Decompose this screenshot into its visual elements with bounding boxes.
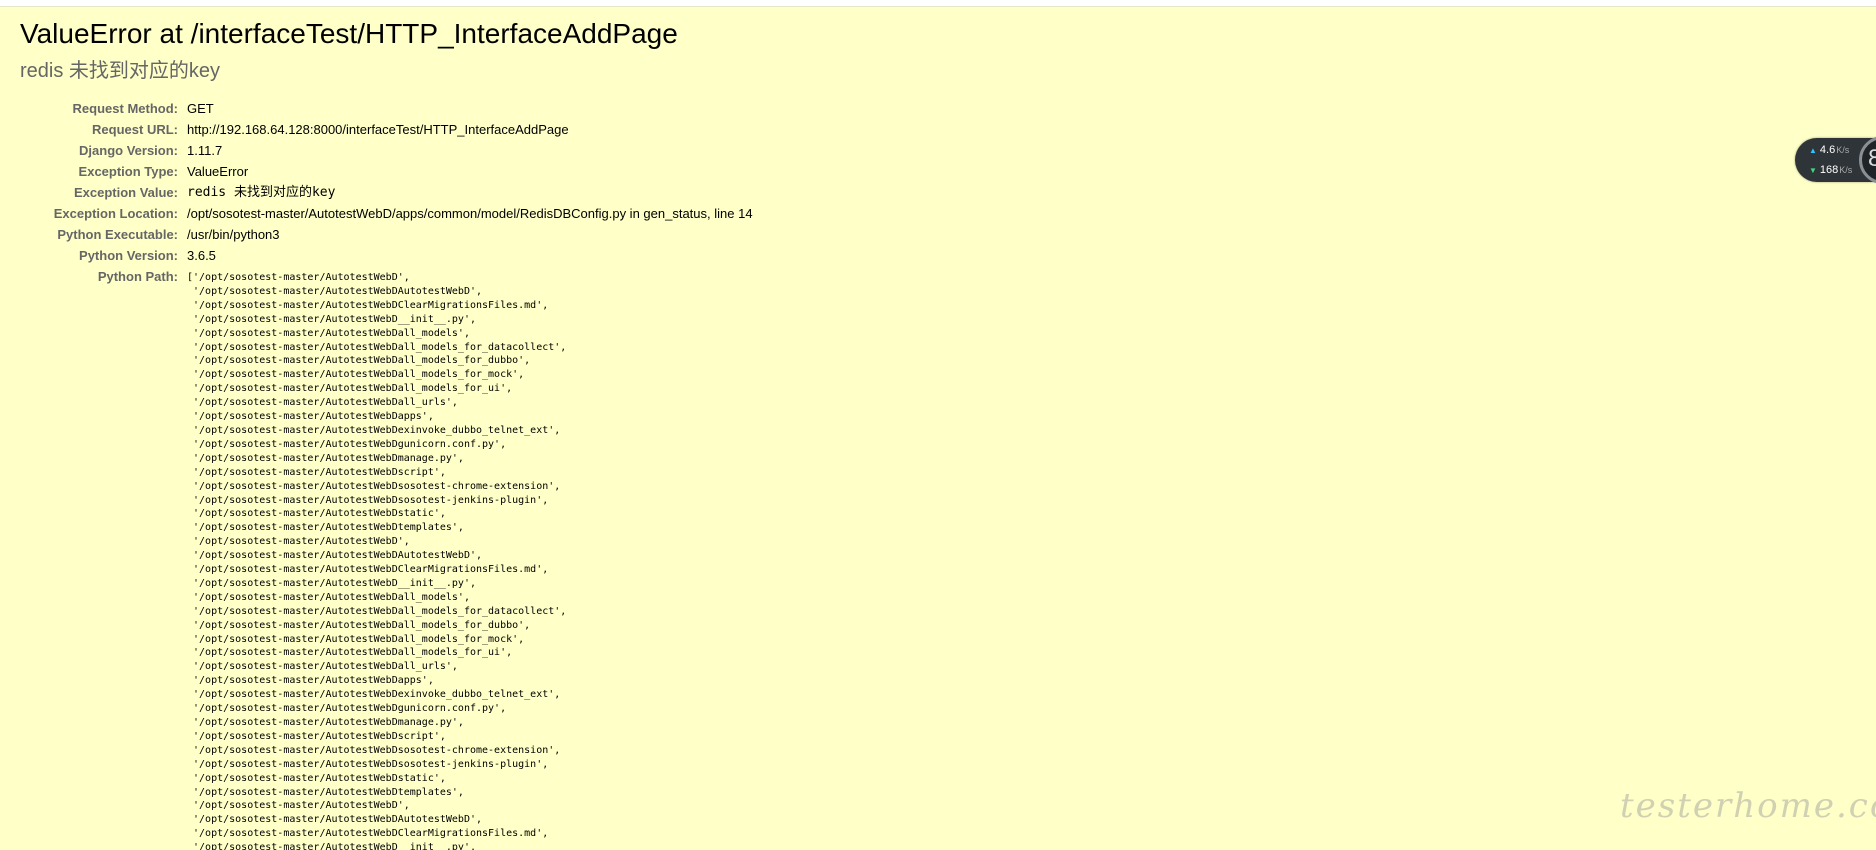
speed-ball-text: 8 [1868, 145, 1876, 172]
upload-speed-unit: K/s [1836, 145, 1850, 155]
top-rule [0, 0, 1876, 7]
error-title: ValueError at /interfaceTest/HTTP_Interf… [20, 18, 678, 49]
meta-row-django-version: Django Version: 1.11.7 [30, 140, 753, 161]
download-arrow-icon: ▼ [1809, 166, 1817, 175]
exception-type-value: ValueError [187, 164, 249, 179]
upload-speed-value: 4.6 [1819, 144, 1836, 156]
meta-label: Python Path: [97, 269, 178, 284]
meta-row-request-method: Request Method: GET [30, 98, 753, 119]
request-url-value: http://192.168.64.128:8000/interfaceTest… [187, 122, 569, 137]
meta-label: Python Executable: [57, 227, 178, 242]
meta-row-exception-location: Exception Location: /opt/sosotest-master… [30, 203, 753, 224]
meta-row-request-url: Request URL: http://192.168.64.128:8000/… [30, 119, 753, 140]
download-speed: ▼ 168K/s [1809, 164, 1852, 176]
watermark: testerhome.com [1620, 786, 1876, 826]
python-path-list: ['/opt/sosotest-master/AutotestWebD', '/… [187, 272, 567, 850]
exception-location-value: /opt/sosotest-master/AutotestWebD/apps/c… [187, 206, 753, 221]
download-speed-value: 168 [1819, 164, 1839, 176]
meta-label: Django Version: [79, 143, 178, 158]
request-method-value: GET [187, 101, 214, 116]
meta-label: Request URL: [92, 122, 178, 137]
download-speed-unit: K/s [1839, 165, 1853, 175]
exception-value-value: redis 未找到对应的key [187, 185, 336, 200]
meta-label: Python Version: [79, 248, 178, 263]
request-meta-table: Request Method: GET Request URL: http://… [30, 98, 753, 850]
python-executable-value: /usr/bin/python3 [187, 227, 280, 242]
python-version-value: 3.6.5 [187, 248, 216, 263]
speed-ball-icon[interactable]: 8 [1859, 136, 1876, 184]
django-version-value: 1.11.7 [187, 143, 223, 158]
meta-row-python-version: Python Version: 3.6.5 [30, 245, 753, 266]
error-summary: ValueError at /interfaceTest/HTTP_Interf… [20, 14, 1520, 88]
upload-arrow-icon: ▲ [1809, 146, 1817, 155]
upload-speed: ▲ 4.6K/s [1809, 144, 1849, 156]
meta-row-python-executable: Python Executable: /usr/bin/python3 [30, 224, 753, 245]
meta-label: Exception Type: [78, 164, 178, 179]
meta-row-python-path: Python Path: ['/opt/sosotest-master/Auto… [30, 266, 753, 850]
meta-label: Exception Location: [53, 206, 178, 221]
meta-label: Request Method: [72, 101, 178, 116]
error-subtitle: redis 未找到对应的key [20, 60, 221, 82]
python-path-cell: ['/opt/sosotest-master/AutotestWebD', '/… [187, 266, 753, 850]
network-speed-widget[interactable]: ▲ 4.6K/s ▼ 168K/s 8 [1795, 136, 1876, 184]
meta-row-exception-type: Exception Type: ValueError [30, 161, 753, 182]
meta-label: Exception Value: [73, 185, 178, 200]
meta-row-exception-value: Exception Value: redis 未找到对应的key [30, 182, 753, 203]
